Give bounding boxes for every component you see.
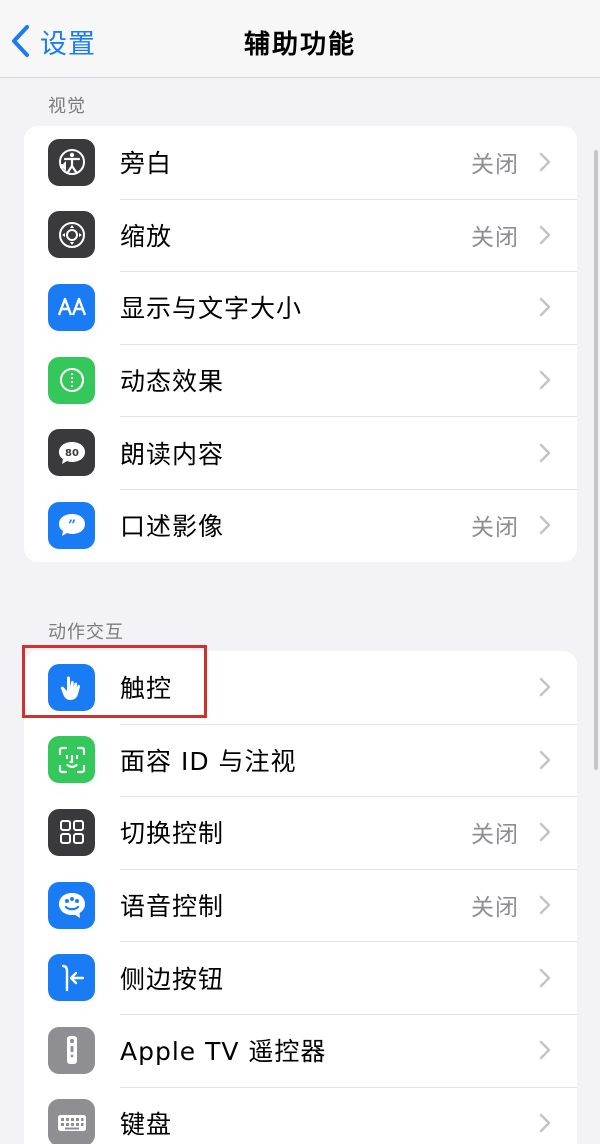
row-keyboard[interactable]: 键盘 <box>24 1086 577 1144</box>
row-display-text-size[interactable]: 显示与文字大小 <box>24 271 577 344</box>
row-audio-description[interactable]: ” 口述影像 关闭 <box>24 488 577 562</box>
vision-group: 旁白 关闭 缩放 关闭 显示与文字大小 动态效果 80 朗读内容 ” 口述影像 … <box>24 126 577 562</box>
row-label: 旁白 <box>120 149 173 179</box>
row-voiceover[interactable]: 旁白 关闭 <box>24 126 577 199</box>
chevron-right-icon <box>539 298 551 317</box>
zoom-icon <box>48 211 95 259</box>
chevron-right-icon <box>539 1041 551 1060</box>
row-side-button[interactable]: 侧边按钮 <box>24 941 577 1014</box>
row-switch-control[interactable]: 切换控制 关闭 <box>24 796 577 869</box>
chevron-right-icon <box>539 823 551 842</box>
page-title: 辅助功能 <box>243 30 356 60</box>
row-label: 口述影像 <box>120 512 225 542</box>
row-value: 关闭 <box>471 895 519 922</box>
scrollbar[interactable] <box>594 150 598 770</box>
row-voice-control[interactable]: 语音控制 关闭 <box>24 868 577 942</box>
chevron-right-icon <box>539 225 551 245</box>
row-spoken-content[interactable]: 80 朗读内容 <box>24 416 577 489</box>
row-zoom[interactable]: 缩放 关闭 <box>24 198 577 272</box>
chevron-right-icon <box>539 895 551 915</box>
accessibility-settings-screen: 设置 辅助功能 视觉 旁白 关闭 缩放 关闭 显示与文字大小 动态效果 80 朗… <box>0 0 600 1144</box>
switch-control-icon <box>48 808 95 856</box>
interaction-group: 触控 面容 ID 与注视 切换控制 关闭 语音控制 关闭 侧边按钮 Apple … <box>24 651 577 1144</box>
row-label: 语音控制 <box>120 892 225 922</box>
keyboard-icon <box>48 1099 95 1144</box>
svg-text:”: ” <box>67 518 75 534</box>
chevron-right-icon <box>539 750 551 770</box>
chevron-right-icon <box>539 1113 551 1133</box>
chevron-right-icon <box>539 968 551 987</box>
row-label: 动态效果 <box>120 367 225 397</box>
chevron-right-icon <box>539 443 551 462</box>
face-id-icon <box>48 736 95 784</box>
row-label: 缩放 <box>120 221 173 251</box>
voice-control-icon <box>48 881 95 929</box>
row-face-id-attention[interactable]: 面容 ID 与注视 <box>24 723 577 797</box>
row-label: 切换控制 <box>120 819 225 849</box>
row-label: 朗读内容 <box>120 439 225 469</box>
row-label: 面容 ID 与注视 <box>120 746 297 776</box>
row-value: 关闭 <box>471 152 519 179</box>
row-value: 关闭 <box>471 822 519 849</box>
section-header-interaction: 动作交互 <box>48 622 124 643</box>
apple-tv-remote-icon <box>48 1026 95 1074</box>
row-label: 侧边按钮 <box>120 964 225 994</box>
spoken-content-icon: 80 <box>48 429 95 477</box>
row-label: 显示与文字大小 <box>120 294 303 324</box>
text-size-icon <box>48 283 95 331</box>
row-motion[interactable]: 动态效果 <box>24 343 577 417</box>
row-label: 键盘 <box>120 1109 173 1139</box>
chevron-right-icon <box>539 153 551 172</box>
motion-icon <box>48 356 95 404</box>
voiceover-icon <box>48 138 95 186</box>
row-label: 触控 <box>120 674 173 704</box>
touch-icon <box>48 663 95 711</box>
row-value: 关闭 <box>471 515 519 542</box>
svg-text:80: 80 <box>65 448 79 459</box>
row-value: 关闭 <box>471 224 519 251</box>
section-header-vision: 视觉 <box>48 96 86 117</box>
chevron-right-icon <box>539 370 551 390</box>
row-label: Apple TV 遥控器 <box>120 1037 327 1067</box>
chevron-right-icon <box>539 516 551 535</box>
row-apple-tv-remote[interactable]: Apple TV 遥控器 <box>24 1013 577 1087</box>
navigation-bar: 设置 辅助功能 <box>0 0 600 78</box>
row-touch[interactable]: 触控 <box>24 651 577 724</box>
audio-description-icon: ” <box>48 501 95 549</box>
side-button-icon <box>48 954 95 1002</box>
chevron-right-icon <box>539 678 551 697</box>
